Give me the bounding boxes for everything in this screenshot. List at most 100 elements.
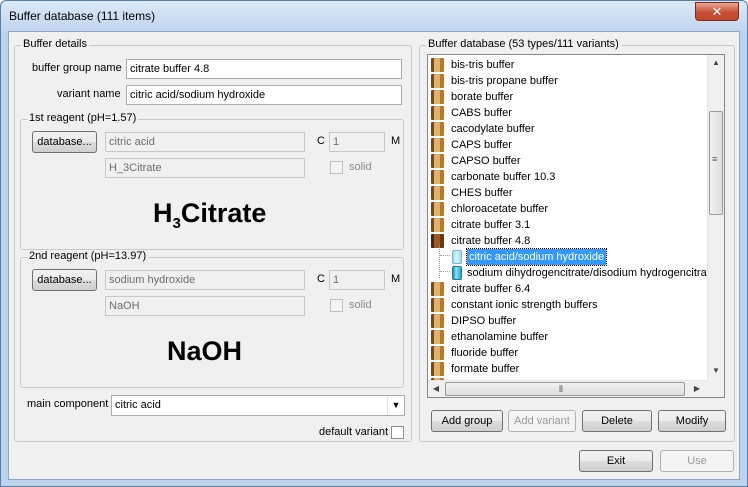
reagent1-solid-label: solid — [349, 161, 372, 173]
tree-group-item[interactable]: chloroacetate buffer — [428, 201, 707, 217]
tree-group-item[interactable]: ethanolamine buffer — [428, 329, 707, 345]
tree-variant-item[interactable]: citric acid/sodium hydroxide — [428, 248, 707, 266]
tree-vertical-scrollbar[interactable]: ▲ ≡ ▼ — [707, 55, 724, 380]
reagent2-solid-label: solid — [349, 299, 372, 311]
reagent2-concentration-label: C — [317, 273, 325, 285]
book-icon — [431, 346, 444, 360]
variant-name-field[interactable]: citric acid/sodium hydroxide — [126, 85, 402, 105]
tree-horizontal-scrollbar[interactable]: ◀ ⦀ ▶ — [428, 380, 707, 397]
tree-group-item[interactable]: citrate buffer 6.4 — [428, 281, 707, 297]
tree-item-label: CABS buffer — [451, 107, 512, 119]
tree-group-item[interactable]: constant ionic strength buffers — [428, 297, 707, 313]
tree-group-item[interactable]: formate buffer — [428, 361, 707, 377]
grip-icon: ≡ — [712, 154, 718, 164]
main-component-select[interactable]: citric acid ▼ — [111, 395, 405, 416]
reagent1-concentration-field: 1 — [329, 132, 385, 152]
tree-group-item[interactable]: carbonate buffer 10.3 — [428, 169, 707, 185]
open-book-icon — [431, 234, 444, 248]
default-variant-label: default variant — [319, 426, 389, 438]
exit-button[interactable]: Exit — [579, 450, 653, 472]
scroll-up-icon[interactable]: ▲ — [708, 55, 724, 71]
tree-group-item[interactable]: citrate buffer 3.1 — [428, 217, 707, 233]
reagent2-name-field: sodium hydroxide — [105, 270, 305, 290]
reagent2-solid-checkbox — [330, 299, 343, 312]
scroll-down-icon[interactable]: ▼ — [708, 363, 724, 379]
tree-item-label: citric acid/sodium hydroxide — [465, 248, 608, 266]
reagent1-formula-field: H_3Citrate — [105, 158, 305, 178]
tree-group-item[interactable]: CAPS buffer — [428, 137, 707, 153]
second-reagent-group: 2nd reagent (pH=13.97) database... sodiu… — [20, 250, 404, 388]
tree-item-label: citrate buffer 6.4 — [451, 283, 531, 295]
tree-group-item[interactable]: CHES buffer — [428, 185, 707, 201]
default-variant-checkbox[interactable] — [391, 426, 404, 439]
main-component-value: citric acid — [115, 399, 161, 411]
book-icon — [431, 58, 444, 72]
vertical-scroll-thumb[interactable]: ≡ — [709, 111, 723, 215]
book-icon — [431, 186, 444, 200]
scroll-left-icon[interactable]: ◀ — [428, 381, 444, 397]
book-icon — [431, 282, 444, 296]
book-icon — [431, 218, 444, 232]
tree-group-item[interactable]: fluoride buffer — [428, 345, 707, 361]
tree-item-label: CAPSO buffer — [451, 155, 521, 167]
tree-item-label: citrate buffer 4.8 — [451, 235, 531, 247]
tree-item-label: fluoride buffer — [451, 347, 519, 359]
tree-connector-line — [440, 271, 450, 272]
tree-item-label: chloroacetate buffer — [451, 203, 549, 215]
reagent1-formula-display: H3Citrate — [153, 198, 267, 232]
second-reagent-label: 2nd reagent (pH=13.97) — [27, 250, 149, 262]
window-title: Buffer database (111 items) — [9, 9, 156, 23]
tree-item-label: DIPSO buffer — [451, 315, 517, 327]
tree-item-label: citrate buffer 3.1 — [451, 219, 531, 231]
buffer-details-label: Buffer details — [21, 38, 90, 50]
close-button[interactable]: ✕ — [695, 2, 739, 21]
tree-group-item[interactable]: DIPSO buffer — [428, 313, 707, 329]
tree-group-item[interactable]: cacodylate buffer — [428, 121, 707, 137]
tree-group-item[interactable]: citrate buffer 4.8 — [428, 233, 707, 249]
scroll-right-icon[interactable]: ▶ — [689, 381, 705, 397]
book-icon — [431, 298, 444, 312]
add-group-button[interactable]: Add group — [431, 410, 503, 432]
first-reagent-label: 1st reagent (pH=1.57) — [27, 112, 139, 124]
close-icon: ✕ — [711, 4, 723, 19]
horizontal-scroll-thumb[interactable]: ⦀ — [445, 382, 685, 396]
reagent1-solid-checkbox — [330, 161, 343, 174]
reagent1-database-button[interactable]: database... — [32, 131, 97, 153]
tree-group-item[interactable]: bis-tris buffer — [428, 57, 707, 73]
buffer-group-name-label: buffer group name — [32, 62, 122, 74]
tree-group-item[interactable]: CABS buffer — [428, 105, 707, 121]
reagent2-formula-field: NaOH — [105, 296, 305, 316]
tree-group-item[interactable]: CAPSO buffer — [428, 153, 707, 169]
book-icon — [431, 138, 444, 152]
chevron-down-icon[interactable]: ▼ — [387, 396, 404, 415]
tree-item-label: constant ionic strength buffers — [451, 299, 598, 311]
tree-variant-item[interactable]: sodium dihydrogencitrate/disodium hydrog… — [428, 265, 716, 281]
modify-button[interactable]: Modify — [658, 410, 726, 432]
delete-button[interactable]: Delete — [582, 410, 652, 432]
tree-item-label: bis-tris buffer — [451, 59, 515, 71]
tree-item-label: ethanolamine buffer — [451, 331, 549, 343]
reagent2-unit-label: M — [391, 273, 401, 285]
book-icon — [431, 90, 444, 104]
add-variant-button: Add variant — [508, 410, 576, 432]
tree-item-label: sodium dihydrogencitrate/disodium hydrog… — [467, 267, 716, 279]
tree-item-label: bis-tris propane buffer — [451, 75, 558, 87]
book-icon — [431, 106, 444, 120]
tree-group-item[interactable]: bis-tris propane buffer — [428, 73, 707, 89]
book-icon — [431, 362, 444, 376]
tree-connector-line — [440, 255, 450, 256]
title-bar[interactable]: Buffer database (111 items) ✕ — [1, 1, 747, 31]
book-icon — [431, 122, 444, 136]
scrollbar-corner — [707, 380, 724, 397]
tree-group-item[interactable]: borate buffer — [428, 89, 707, 105]
jar-icon — [452, 250, 462, 264]
book-icon — [431, 170, 444, 184]
buffer-group-name-field[interactable]: citrate buffer 4.8 — [126, 59, 402, 79]
reagent2-database-button[interactable]: database... — [32, 269, 97, 291]
tree-connector-line — [439, 245, 440, 278]
book-icon — [431, 330, 444, 344]
grip-icon: ⦀ — [559, 384, 563, 394]
buffer-tree[interactable]: bis-tris buffer bis-tris propane buffer bo… — [427, 54, 725, 398]
book-icon — [431, 202, 444, 216]
buffer-database-window: Buffer database (111 items) ✕ Buffer det… — [0, 0, 748, 487]
